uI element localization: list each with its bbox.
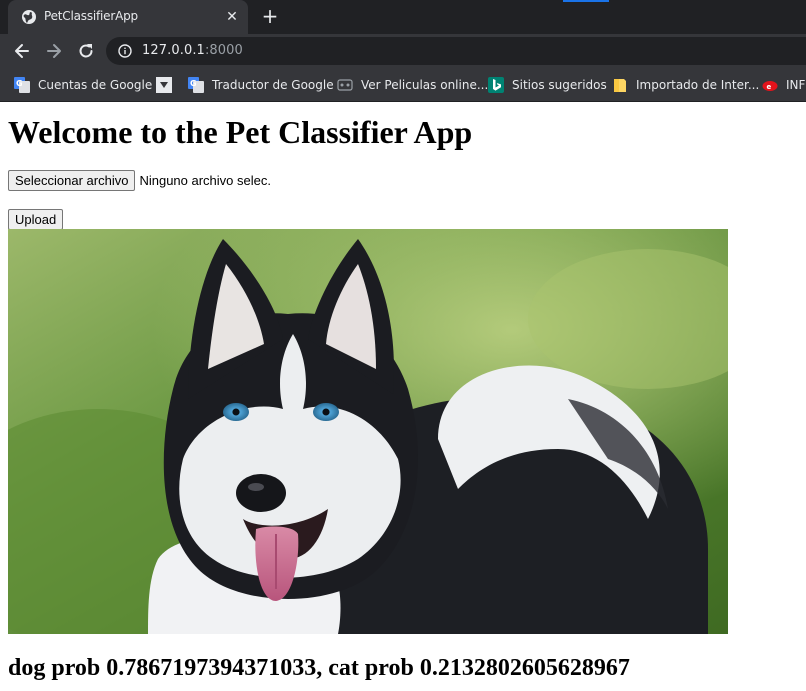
svg-text:G: G xyxy=(190,79,197,88)
google-translate-icon: G xyxy=(14,77,30,93)
bookmark-label: Cuentas de Google xyxy=(38,78,153,92)
bookmark-sitios-sugeridos[interactable]: Sitios sugeridos xyxy=(488,76,607,94)
bookmark-cuentas-google[interactable]: G Cuentas de Google xyxy=(14,76,152,94)
bookmark-traductor-google[interactable]: G Traductor de Google xyxy=(188,76,334,94)
folder-icon xyxy=(614,79,626,92)
file-status: Ninguno archivo selec. xyxy=(139,173,271,188)
bookmark-ver-peliculas[interactable]: Ver Peliculas online... xyxy=(337,76,488,94)
bookmark-label: Importado de Inter... xyxy=(636,78,760,92)
bookmark-folder-down[interactable] xyxy=(156,76,180,94)
tab-title: PetClassifierApp xyxy=(44,9,138,23)
tabstrip-accent xyxy=(563,0,609,2)
reload-icon[interactable] xyxy=(76,41,96,61)
page-content: Welcome to the Pet Classifier App Selecc… xyxy=(0,102,806,690)
tab-strip: PetClassifierApp ✕ + xyxy=(0,0,806,34)
active-tab[interactable]: PetClassifierApp ✕ xyxy=(8,0,248,34)
google-translate-icon: G xyxy=(188,77,204,93)
file-input[interactable]: Seleccionar archivo Ninguno archivo sele… xyxy=(8,170,271,191)
bookmark-label: INFO xyxy=(786,78,806,92)
bookmark-label: Sitios sugeridos xyxy=(512,78,607,92)
tab-close-icon[interactable]: ✕ xyxy=(224,9,240,25)
url-text[interactable]: 127.0.0.1:8000 xyxy=(142,43,243,58)
bookmark-importado[interactable]: Importado de Inter... xyxy=(612,76,759,94)
folder-down-icon xyxy=(156,77,172,93)
info-icon[interactable] xyxy=(118,44,132,58)
movie-icon xyxy=(337,79,353,91)
bing-icon xyxy=(488,77,504,93)
bookmark-info[interactable]: e INFO xyxy=(762,76,806,94)
prediction-result: dog prob 0.7867197394371033, cat prob 0.… xyxy=(8,655,630,681)
url-port: :8000 xyxy=(204,43,243,58)
address-bar[interactable]: 127.0.0.1:8000 xyxy=(106,37,806,65)
upload-row: Upload xyxy=(8,209,64,230)
forward-icon[interactable] xyxy=(44,41,64,61)
red-logo-icon: e xyxy=(762,81,778,91)
svg-text:e: e xyxy=(767,83,772,91)
choose-file-button[interactable]: Seleccionar archivo xyxy=(8,170,136,191)
url-host: 127.0.0.1 xyxy=(142,43,205,58)
new-tab-icon[interactable]: + xyxy=(258,5,282,29)
husky-image xyxy=(8,229,728,634)
bookmark-label: Traductor de Google xyxy=(212,78,334,92)
bookmarks-bar: G Cuentas de Google G Traductor de Googl… xyxy=(0,68,806,102)
upload-button[interactable]: Upload xyxy=(8,209,64,230)
toolbar: 127.0.0.1:8000 xyxy=(0,34,806,68)
page-title: Welcome to the Pet Classifier App xyxy=(8,114,473,150)
svg-text:G: G xyxy=(16,79,23,88)
pet-photo xyxy=(8,229,728,634)
globe-icon xyxy=(22,10,36,24)
bookmark-label: Ver Peliculas online... xyxy=(361,78,489,92)
back-icon[interactable] xyxy=(12,41,32,61)
